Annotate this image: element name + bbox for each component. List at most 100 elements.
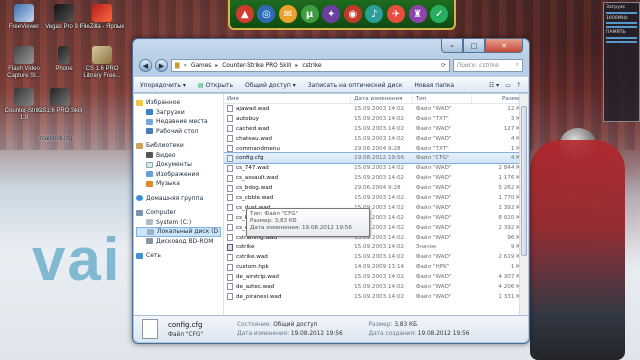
file-date: 15.09.2003 14:02	[354, 254, 405, 261]
file-type: Файл "WAD"	[415, 234, 452, 241]
search-input[interactable]: Поиск: cstrike ⌕	[453, 59, 523, 72]
nav-favorites[interactable]: Избранное	[136, 98, 221, 108]
preview-pane-icon[interactable]: ▭	[505, 82, 511, 89]
details-file-type: Файл "CFG"	[168, 331, 204, 338]
nav-recent-places[interactable]: Недавние места	[136, 117, 221, 127]
file-icon	[227, 154, 233, 162]
file-row[interactable]: chateau.wad 15.09.2003 14:02 Файл "WAD" 4 К…	[224, 134, 528, 144]
maximize-button[interactable]: □	[463, 39, 485, 53]
help-icon[interactable]: ?	[517, 82, 520, 89]
file-type: Файл "TXT"	[415, 145, 449, 152]
file-date: 15.09.2003 14:02	[354, 244, 405, 251]
desktop-icon-cs-library[interactable]: CS 1.6 PRO Library Free...	[78, 46, 126, 80]
dock-app-icon-4[interactable]: µ	[300, 5, 319, 23]
views-icon[interactable]: ☷ ▾	[489, 82, 499, 89]
file-name: cstrike	[236, 244, 255, 251]
file-row[interactable]: de_aztec.wad 15.09.2003 14:02 Файл "WAD" 4 …	[224, 282, 528, 292]
file-tooltip: Тип: Файл "CFG" Размер: 3,83 КБ Дата изм…	[246, 208, 370, 237]
file-type: Файл "WAD"	[415, 224, 452, 231]
file-row[interactable]: ajawad.wad 15.09.2003 14:02 Файл "WAD" 12 К…	[224, 104, 528, 114]
star-icon	[136, 99, 143, 106]
top-dock: ▲ ◎ ✉ µ ✦ ◉ ♪ ✈ ♜ ✓	[228, 0, 456, 30]
desktop-icon-cfg-file[interactable]: markboll.cfg	[32, 136, 80, 143]
column-name[interactable]: Имя	[224, 94, 352, 103]
file-icon	[227, 125, 233, 133]
new-folder-button[interactable]: Новая папка	[414, 82, 454, 89]
refresh-icon[interactable]: ⟳	[441, 63, 449, 69]
nav-homegroup[interactable]: Домашняя группа	[136, 194, 221, 204]
file-row[interactable]: cs_bdog.wad 29.06.2004 9:28 Файл "WAD" 5 26…	[224, 183, 528, 193]
file-name: de_aztec.wad	[236, 283, 275, 290]
dock-app-icon-10[interactable]: ✓	[430, 5, 449, 23]
breadcrumb-games[interactable]: Games	[191, 63, 211, 69]
desktop-icon-filezilla[interactable]: FileZilla - Ярлык	[78, 4, 126, 31]
file-row[interactable]: cs_747.wad 15.09.2003 14:02 Файл "WAD" 2 84…	[224, 163, 528, 173]
file-row[interactable]: cs_assault.wad 15.09.2003 14:02 Файл "WAD"…	[224, 173, 528, 183]
dock-app-icon-9[interactable]: ♜	[408, 5, 427, 23]
caption-buttons: – □ ✕	[441, 39, 523, 53]
file-icon	[227, 115, 233, 123]
nav-libraries[interactable]: Библиотеки	[136, 141, 221, 151]
open-button[interactable]: ▤ Открыть	[198, 82, 233, 89]
file-row[interactable]: custom.hpk 14.09.2009 13:14 Файл "HPK" 1 КБ	[224, 262, 528, 272]
dock-app-icon-5[interactable]: ✦	[322, 5, 341, 23]
pictures-icon	[146, 171, 153, 178]
nav-desktop[interactable]: Рабочий стол	[136, 127, 221, 137]
nav-downloads[interactable]: Загрузки	[136, 108, 221, 118]
nav-pictures[interactable]: Изображения	[136, 170, 221, 180]
file-icon	[227, 214, 233, 222]
close-button[interactable]: ✕	[485, 39, 523, 53]
nav-local-disk-d[interactable]: Локальный диск (D	[136, 227, 221, 237]
minimize-button[interactable]: –	[441, 39, 463, 53]
dock-app-icon-7[interactable]: ♪	[365, 5, 384, 23]
file-row[interactable]: cached.wad 15.09.2003 14:02 Файл "WAD" 127 …	[224, 124, 528, 134]
file-row[interactable]: de_piranesi.wad 15.09.2003 14:02 Файл "WAD…	[224, 292, 528, 302]
column-type[interactable]: Тип	[413, 94, 473, 103]
file-row[interactable]: cstrike.wad 15.09.2003 14:02 Файл "WAD" 2 6…	[224, 252, 528, 262]
view-controls: ☷ ▾ ▭ ?	[489, 82, 528, 89]
file-type: Файл "WAD"	[415, 283, 452, 290]
filezilla-icon	[92, 4, 112, 22]
file-row[interactable]: de_airstrip.wad 15.09.2003 14:02 Файл "WAD…	[224, 272, 528, 282]
dock-app-icon-8[interactable]: ✈	[386, 5, 405, 23]
dock-app-icon-3[interactable]: ✉	[278, 5, 297, 23]
nav-music[interactable]: Музыка	[136, 179, 221, 189]
computer-icon	[136, 209, 143, 216]
breadcrumb-cstrike[interactable]: cstrike	[302, 63, 321, 69]
burn-button[interactable]: Записать на оптический диск	[308, 82, 403, 89]
desktop-icon-cs16-pro[interactable]: CS1.6 PRO Skill	[36, 88, 84, 115]
forward-button[interactable]: ▶	[155, 59, 168, 72]
file-row[interactable]: cstrike 15.09.2003 14:02 Значок 9 КБ	[224, 242, 528, 252]
back-button[interactable]: ◀	[139, 59, 152, 72]
nav-bd-rom[interactable]: Дисковод BD-ROM	[136, 237, 221, 247]
dock-app-icon-6[interactable]: ◉	[343, 5, 362, 23]
file-icon	[227, 135, 233, 143]
nav-documents[interactable]: Документы	[136, 160, 221, 170]
nav-video[interactable]: Видео	[136, 151, 221, 161]
file-type: Файл "HPK"	[415, 264, 450, 271]
nav-network[interactable]: Сеть	[136, 251, 221, 261]
column-date[interactable]: Дата изменения	[351, 94, 413, 103]
optical-drive-icon	[146, 238, 153, 245]
file-row[interactable]: commandmenu 29.06.2004 9:28 Файл "TXT" 1 КБ	[224, 144, 528, 154]
dock-app-icon-2[interactable]: ◎	[257, 5, 276, 23]
address-bar[interactable]: ▇ « Games ▸ Counter-Strike PRO Skill ▸ c…	[171, 59, 450, 72]
vertical-scrollbar[interactable]	[519, 94, 528, 315]
file-row[interactable]: cs_cbble.wad 15.09.2003 14:02 Файл "WAD" 1 …	[224, 193, 528, 203]
dock-app-icon-1[interactable]: ▲	[235, 5, 254, 23]
scrollbar-thumb[interactable]	[521, 106, 527, 256]
file-row[interactable]: config.cfg 19.08.2012 19:56 Файл "CFG" 4 КБ	[224, 152, 528, 165]
share-button[interactable]: Общий доступ ▾	[245, 82, 296, 89]
file-name: cs_assault.wad	[236, 175, 279, 182]
nav-system-c[interactable]: System (C:)	[136, 218, 221, 228]
file-row[interactable]: autobuy 15.09.2003 14:02 Файл "TXT" 3 КБ	[224, 114, 528, 124]
file-name: cs_cbble.wad	[236, 194, 274, 201]
breadcrumb-cs-pro-skill[interactable]: Counter-Strike PRO Skill	[222, 63, 291, 69]
explorer-window[interactable]: – □ ✕ ◀ ▶ ▇ « Games ▸ Counter-Strike PRO…	[132, 38, 530, 344]
nav-computer[interactable]: Computer	[136, 208, 221, 218]
file-type: Файл "WAD"	[415, 175, 452, 182]
file-name: cached.wad	[236, 125, 270, 132]
organize-button[interactable]: Упорядочить ▾	[140, 82, 186, 89]
cpu-gadget: Загрузк 1600MHz ПАМЯТЬ	[603, 2, 640, 122]
file-icon	[227, 194, 233, 202]
